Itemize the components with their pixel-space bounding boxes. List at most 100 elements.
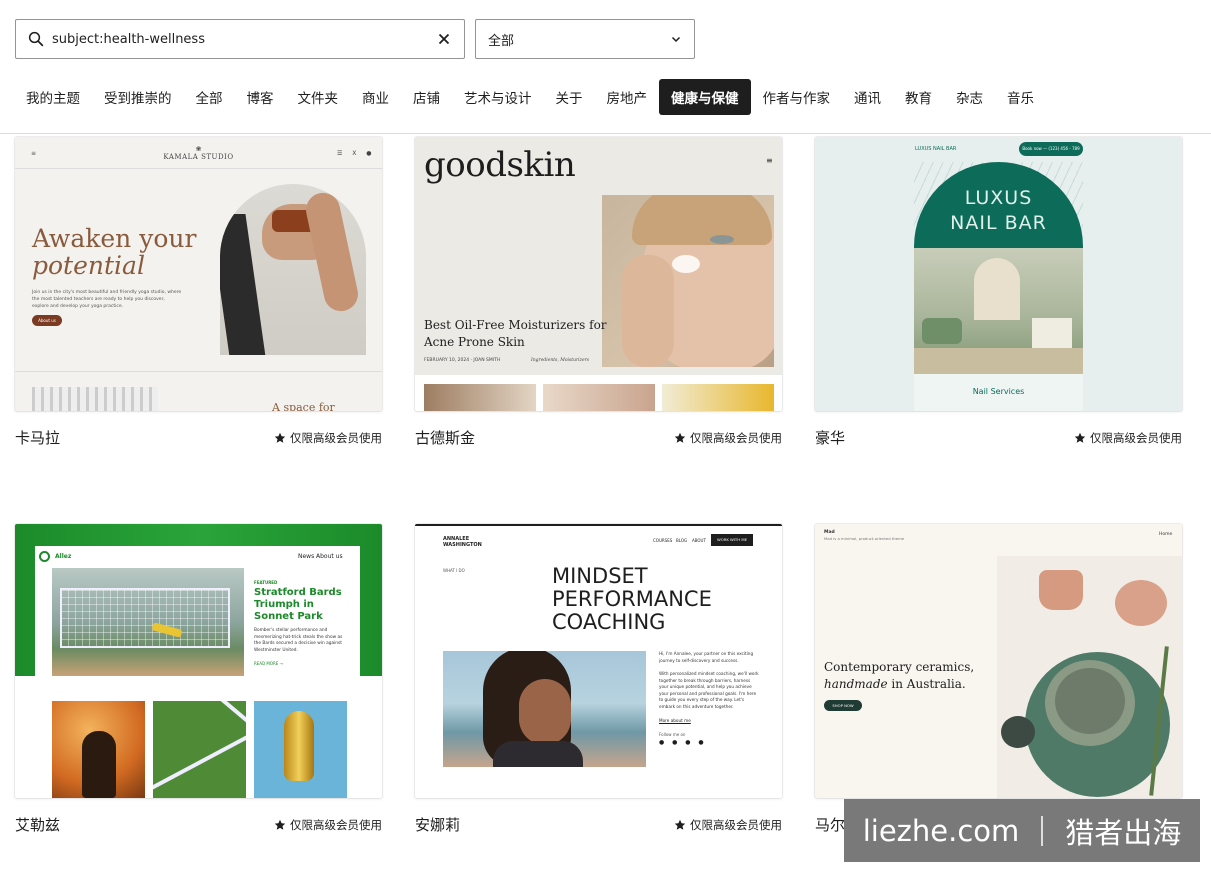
theme-card-annalee[interactable]: ANNALEE WASHINGTON COURSES BLOG ABOUT WO… [415,524,782,835]
preview-kicker: WHAT I DO [443,568,465,573]
tab-all[interactable]: 全部 [184,79,235,115]
preview-title: LUXUS [964,187,1033,209]
preview-title-3: COACHING [552,610,666,634]
preview-body: Bomber's stellar performance and mesmeri… [254,628,343,653]
preview-post-title-2: Acne Prone Skin [424,335,525,349]
preview-title-2: PERFORMANCE [552,587,712,611]
theme-name[interactable]: 马尔 [815,814,845,835]
preview-divider [15,168,382,169]
preview-next-heading: A space for [272,401,335,411]
theme-preview-kamala[interactable]: ≡ ❀ KAMALA STUDIO ☰ X ● Awaken your pote… [15,137,382,411]
tab-my-themes[interactable]: 我的主题 [14,79,92,115]
preview-brand: KAMALA STUDIO [163,153,234,161]
preview-nav: News [298,553,315,560]
preview-headline-2: Triumph in [254,599,314,610]
premium-badge: 仅限高级会员使用 [1074,430,1182,446]
preview-services: Nail Services [972,387,1025,396]
star-icon [1074,432,1086,443]
star-icon [274,432,286,443]
premium-label: 仅限高级会员使用 [690,430,782,445]
premium-label: 仅限高级会员使用 [290,430,382,445]
search-value[interactable]: subject:health-wellness [52,32,436,47]
preview-photo-face [602,195,774,367]
category-select-value: 全部 [488,33,515,49]
premium-badge: 仅限高级会员使用 [674,430,782,446]
star-icon [274,819,286,830]
close-icon[interactable] [436,31,452,47]
preview-headline-2: handmade in Australia. [824,677,966,691]
theme-name[interactable]: 豪华 [815,427,845,448]
star-icon [674,432,686,443]
social-icons: ☰ X ● [337,150,376,157]
preview-photo-yoga [220,184,366,355]
theme-preview-luxus[interactable]: LUXUS NAIL BAR Book now — (123) 456 - 78… [815,137,1182,411]
theme-preview-goodskin[interactable]: goodskin ≡ Best Oil-Free Moisturizers fo… [415,137,782,411]
watermark-name: 猎者出海 [1065,815,1182,850]
preview-photo-studio [32,387,158,411]
preview-photo-goal [52,568,244,676]
theme-preview-allez[interactable]: Allez News About us FEATURED Stratford B… [15,524,382,798]
preview-photo-ceramics [997,556,1182,798]
preview-photo-player [52,701,145,798]
preview-headline-3: Sonnet Park [254,611,323,622]
preview-row [415,375,782,411]
watermark-separator [1041,815,1044,846]
theme-preview-mad[interactable]: Mad Mad is a minimal, product-oriented t… [815,524,1182,798]
preview-photo-trophy [254,701,347,798]
theme-name[interactable]: 安娜莉 [415,814,460,835]
tab-authors-writers[interactable]: 作者与作家 [751,79,843,115]
preview-button: About us [32,315,62,326]
tab-art-design[interactable]: 艺术与设计 [452,79,544,115]
preview-brand-2: WASHINGTON [443,542,482,548]
theme-card-mad[interactable]: Mad Mad is a minimal, product-oriented t… [815,524,1182,835]
tab-education[interactable]: 教育 [893,79,944,115]
search-input[interactable]: subject:health-wellness [15,19,465,59]
tab-newsletter[interactable]: 通讯 [842,79,893,115]
preview-headline: Stratford Bards [254,587,342,598]
preview-brand: LUXUS NAIL BAR [915,146,957,152]
preview-photo-field [153,701,246,798]
preview-nav: Home [1159,532,1173,537]
watermark: liezhe.com 猎者出海 [844,799,1200,862]
tab-music[interactable]: 音乐 [995,79,1046,115]
theme-name[interactable]: 古德斯金 [415,427,475,448]
theme-card-luxus[interactable]: LUXUS NAIL BAR Book now — (123) 456 - 78… [815,137,1182,448]
ball-icon [39,551,50,562]
tab-health-wellness[interactable]: 健康与保健 [659,79,751,115]
tab-featured[interactable]: 受到推崇的 [92,79,184,115]
premium-badge: 仅限高级会员使用 [274,817,382,833]
tab-business[interactable]: 商业 [350,79,401,115]
tab-portfolio[interactable]: 文件夹 [286,79,351,115]
theme-card-allez[interactable]: Allez News About us FEATURED Stratford B… [15,524,382,835]
theme-name[interactable]: 艾勒兹 [15,814,60,835]
tab-magazine[interactable]: 杂志 [944,79,995,115]
premium-badge: 仅限高级会员使用 [674,817,782,833]
star-icon [674,819,686,830]
tab-about[interactable]: 关于 [544,79,595,115]
theme-preview-annalee[interactable]: ANNALEE WASHINGTON COURSES BLOG ABOUT WO… [415,524,782,798]
category-select[interactable]: 全部 [475,19,695,59]
tab-blog[interactable]: 博客 [235,79,286,115]
preview-heading-italic: potential [32,251,145,280]
preview-photo-salon [914,248,1083,374]
preview-headline: Contemporary ceramics, [824,660,975,674]
preview-title: MINDSET [552,564,648,588]
premium-label: 仅限高级会员使用 [290,817,382,832]
preview-nav-item: BLOG [676,538,688,543]
preview-divider [15,371,382,372]
preview-title-2: NAIL BAR [950,212,1047,234]
menu-icon: ≡ [766,156,773,165]
tab-real-estate[interactable]: 房地产 [595,79,660,115]
preview-cta: WORK WITH ME [711,534,753,546]
theme-card-goodskin[interactable]: goodskin ≡ Best Oil-Free Moisturizers fo… [415,137,782,448]
theme-card-kamala[interactable]: ≡ ❀ KAMALA STUDIO ☰ X ● Awaken your pote… [15,137,382,448]
lotus-icon: ❀ [195,145,202,153]
preview-social-label: Follow me on [659,732,686,737]
preview-tagline: Mad is a minimal, product-oriented theme [824,536,905,541]
category-tabs: 我的主题 受到推崇的 全部 博客 文件夹 商业 店铺 艺术与设计 关于 房地产 … [14,79,1046,115]
preview-body-2: With personalized mindset coaching, we'l… [659,671,759,709]
preview-nav-item: COURSES [653,538,673,543]
tab-store[interactable]: 店铺 [401,79,452,115]
theme-name[interactable]: 卡马拉 [15,427,60,448]
header-divider [0,133,1211,134]
